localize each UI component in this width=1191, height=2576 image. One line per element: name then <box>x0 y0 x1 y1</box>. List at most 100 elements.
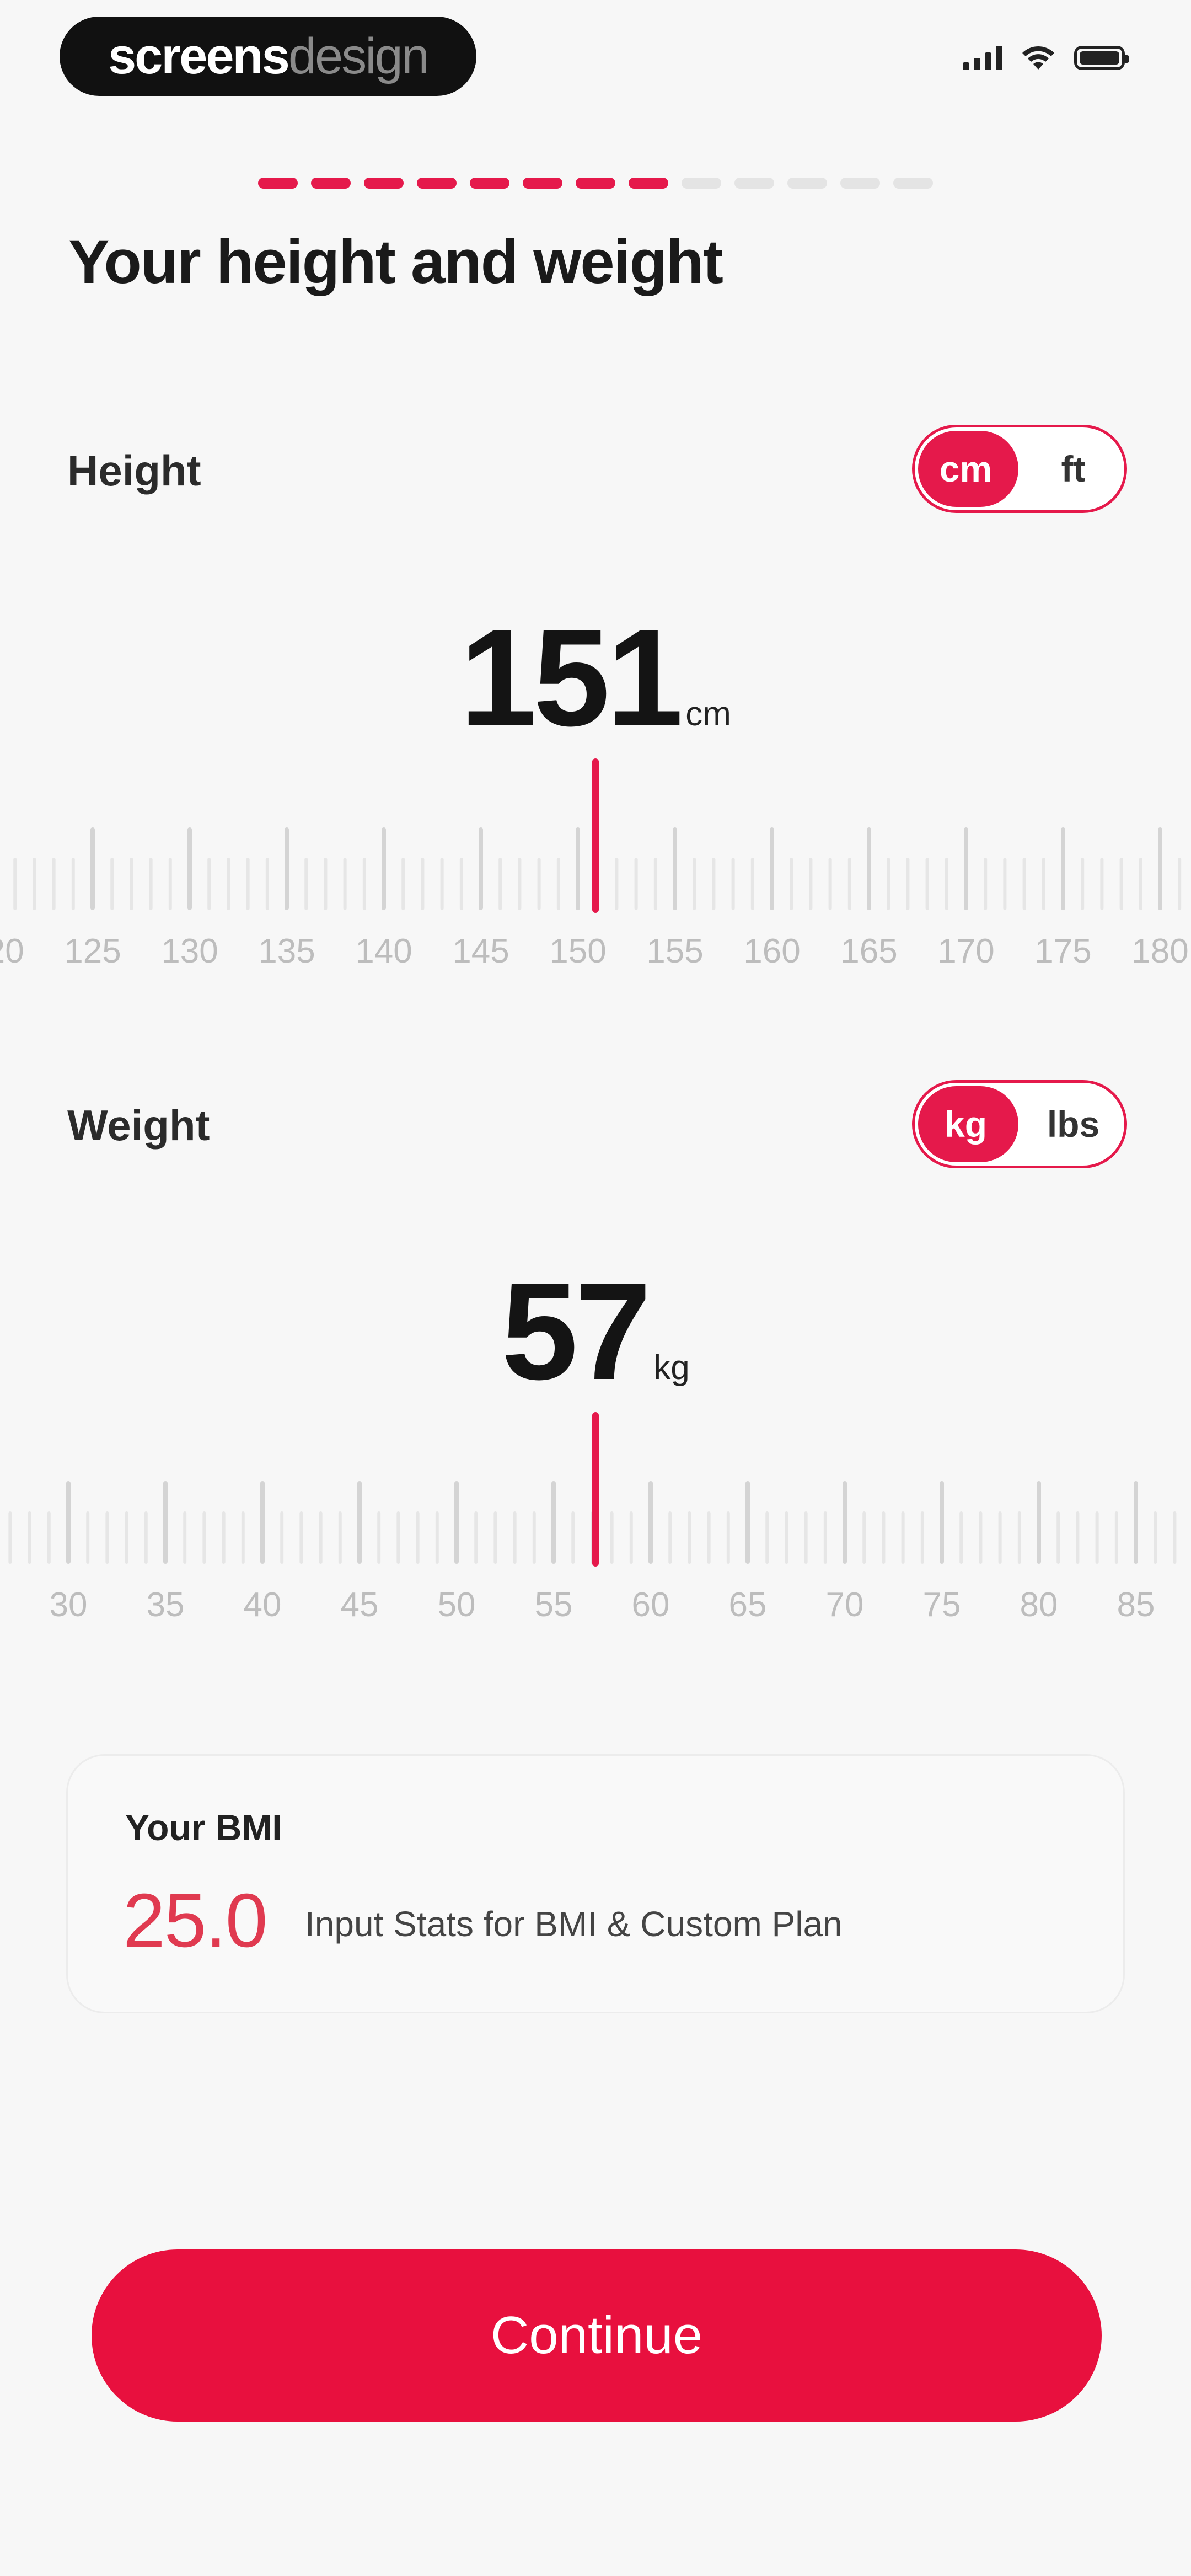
page-title: Your height and weight <box>68 227 723 296</box>
weight-value: 57 <box>501 1254 651 1408</box>
ruler-major-tick <box>843 1481 847 1564</box>
ruler-minor-tick <box>377 1511 381 1564</box>
ruler-minor-tick <box>52 858 56 910</box>
ruler-minor-tick <box>750 858 754 910</box>
ruler-tick-label: 40 <box>244 1586 282 1624</box>
ruler-minor-tick <box>125 1511 128 1564</box>
height-readout: 151 cm <box>0 598 1191 757</box>
ruler-minor-tick <box>1114 1511 1118 1564</box>
height-unit-cm-option[interactable]: cm <box>915 427 1017 510</box>
ruler-tick-label: 75 <box>923 1586 961 1624</box>
ruler-tick-label: 85 <box>1117 1586 1155 1624</box>
ruler-minor-tick <box>13 858 17 910</box>
weight-label: Weight <box>67 1101 210 1150</box>
progress-segment <box>893 178 933 189</box>
ruler-minor-tick <box>847 858 851 910</box>
ruler-minor-tick <box>1173 1511 1177 1564</box>
ruler-tick-label: 130 <box>161 932 218 970</box>
ruler-minor-tick <box>518 858 522 910</box>
ruler-minor-tick <box>887 858 890 910</box>
ruler-tick-label: 140 <box>355 932 412 970</box>
ruler-minor-tick <box>474 1511 478 1564</box>
ruler-tick-label: 70 <box>826 1586 864 1624</box>
progress-segment <box>734 178 774 189</box>
ruler-minor-tick <box>785 1511 788 1564</box>
ruler-minor-tick <box>241 1511 245 1564</box>
ruler-minor-tick <box>144 1511 148 1564</box>
ruler-minor-tick <box>299 1511 303 1564</box>
ruler-tick-label: 45 <box>341 1586 379 1624</box>
ruler-minor-tick <box>202 1511 206 1564</box>
ruler-minor-tick <box>765 1511 769 1564</box>
progress-segment <box>629 178 668 189</box>
ruler-minor-tick <box>324 858 328 910</box>
ruler-major-tick <box>770 827 774 910</box>
weight-unit: kg <box>653 1349 690 1387</box>
ruler-minor-tick <box>319 1511 323 1564</box>
ruler-minor-tick <box>906 858 910 910</box>
ruler-major-tick <box>285 827 289 910</box>
ruler-minor-tick <box>537 858 541 910</box>
ruler-minor-tick <box>707 1511 711 1564</box>
ruler-major-tick <box>1134 1481 1138 1564</box>
cellular-signal-icon <box>963 46 1002 70</box>
bmi-description: Input Stats for BMI & Custom Plan <box>305 1904 843 1944</box>
continue-button[interactable]: Continue <box>92 2249 1102 2422</box>
height-unit-toggle[interactable]: cm ft <box>912 425 1127 513</box>
ruler-tick-label: 125 <box>64 932 121 970</box>
ruler-minor-tick <box>610 1511 614 1564</box>
weight-unit-toggle[interactable]: kg lbs <box>912 1080 1127 1168</box>
ruler-minor-tick <box>28 1511 31 1564</box>
weight-readout: 57 kg <box>0 1252 1191 1410</box>
ruler-minor-tick <box>1022 858 1026 910</box>
ruler-minor-tick <box>343 858 347 910</box>
height-unit-ft-option[interactable]: ft <box>1022 427 1124 510</box>
ruler-major-tick <box>163 1481 168 1564</box>
ruler-minor-tick <box>1081 858 1085 910</box>
ruler-minor-tick <box>207 858 211 910</box>
ruler-minor-tick <box>1076 1511 1080 1564</box>
ruler-minor-tick <box>396 1511 400 1564</box>
ruler-major-tick <box>187 827 192 910</box>
ruler-tick-label: 135 <box>258 932 315 970</box>
ruler-major-tick <box>867 827 871 910</box>
status-icons <box>963 45 1129 71</box>
weight-unit-lbs-option[interactable]: lbs <box>1022 1083 1124 1166</box>
ruler-minor-tick <box>571 1511 575 1564</box>
ruler-major-tick <box>1158 827 1162 910</box>
ruler-minor-tick <box>498 858 502 910</box>
ruler-minor-tick <box>945 858 948 910</box>
ruler-major-tick <box>964 827 968 910</box>
ruler-minor-tick <box>726 1511 730 1564</box>
ruler-major-tick <box>940 1481 944 1564</box>
ruler-minor-tick <box>33 858 36 910</box>
brand-logo-text: screensdesign <box>108 28 430 84</box>
ruler-minor-tick <box>105 1511 109 1564</box>
ruler-major-tick <box>357 1481 362 1564</box>
ruler-major-tick <box>382 827 386 910</box>
ruler-minor-tick <box>629 1511 633 1564</box>
ruler-minor-tick <box>653 858 657 910</box>
progress-segment <box>840 178 880 189</box>
ruler-minor-tick <box>1178 858 1182 910</box>
ruler-minor-tick <box>149 858 153 910</box>
ruler-major-tick <box>1061 827 1065 910</box>
ruler-minor-tick <box>1095 1511 1099 1564</box>
weight-unit-kg-option[interactable]: kg <box>915 1083 1017 1166</box>
ruler-minor-tick <box>513 1511 517 1564</box>
ruler-minor-tick <box>227 858 230 910</box>
ruler-tick-label: 145 <box>452 932 509 970</box>
ruler-minor-tick <box>809 858 813 910</box>
height-value: 151 <box>460 601 683 755</box>
ruler-major-tick <box>90 827 95 910</box>
ruler-minor-tick <box>1139 858 1142 910</box>
ruler-minor-tick <box>1003 858 1007 910</box>
ruler-minor-tick <box>71 858 75 910</box>
bmi-label: Your BMI <box>125 1807 282 1848</box>
weight-ruler-pointer <box>592 1412 599 1567</box>
ruler-tick-label: 160 <box>743 932 800 970</box>
progress-segment <box>682 178 721 189</box>
ruler-minor-tick <box>246 858 250 910</box>
ruler-tick-label: 155 <box>646 932 703 970</box>
ruler-minor-tick <box>493 1511 497 1564</box>
